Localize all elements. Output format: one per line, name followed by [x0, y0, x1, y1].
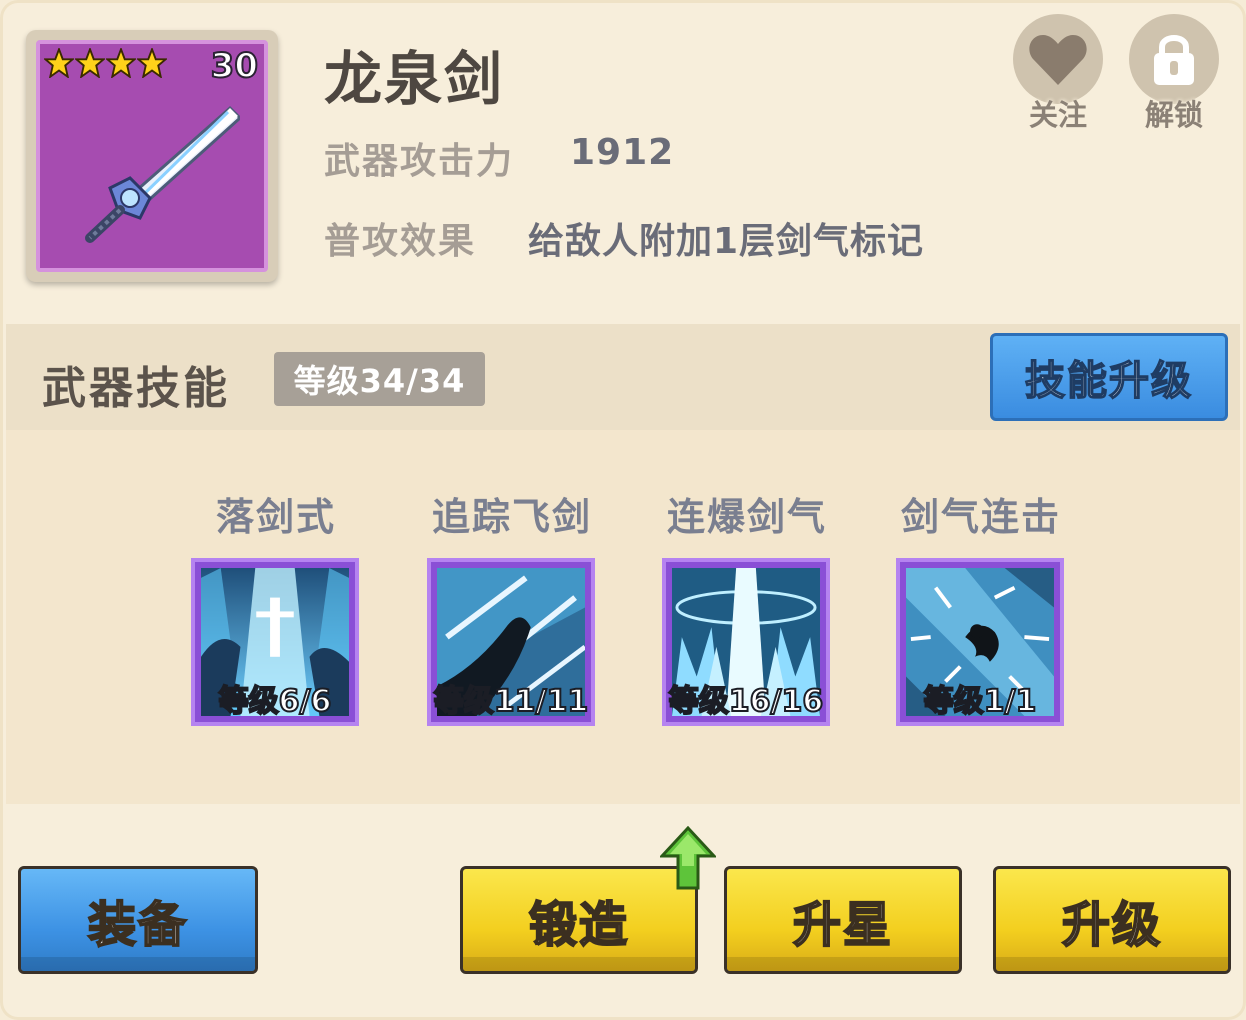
unlock-circle — [1129, 14, 1219, 104]
skill-card[interactable]: 剑气连击 等级1/1 — [896, 486, 1066, 726]
level-up-label: 升级 — [1061, 896, 1162, 954]
button-shadow — [996, 957, 1228, 971]
button-shadow — [21, 957, 255, 971]
star-icon — [75, 48, 105, 78]
star-icon — [44, 48, 74, 78]
skill-icon-frame: 等级11/11 — [427, 558, 595, 726]
attack-value: 1912 — [570, 132, 675, 173]
level-up-button[interactable]: 升级 — [993, 866, 1231, 974]
upgrade-available-arrow-icon — [660, 826, 716, 890]
unlock-button[interactable]: 解锁 — [1126, 14, 1222, 134]
star-up-button[interactable]: 升星 — [724, 866, 962, 974]
sword-icon — [85, 105, 240, 243]
effect-label: 普攻效果 — [324, 221, 477, 262]
follow-button[interactable]: 关注 — [1010, 14, 1106, 134]
skill-card[interactable]: 连爆剑气 等级16/16 — [662, 486, 832, 726]
forge-label: 锻造 — [528, 896, 629, 954]
equip-button[interactable]: 装备 — [18, 866, 258, 974]
star-icon — [137, 48, 167, 78]
skills-level-badge: 等级34/34 — [274, 352, 485, 406]
weapon-icon-frame: 30 — [36, 40, 268, 272]
star-up-label: 升星 — [792, 896, 893, 954]
follow-label: 关注 — [1028, 98, 1087, 132]
weapon-icon: 30 — [26, 30, 278, 282]
skill-upgrade-button[interactable]: 技能升级 — [990, 333, 1228, 421]
skill-card[interactable]: 追踪飞剑 等级11/11 — [427, 486, 597, 726]
skill-card[interactable]: 落剑式 等级6/6 — [191, 486, 361, 726]
star-icon — [106, 48, 136, 78]
skill-icon-frame: 等级16/16 — [662, 558, 830, 726]
equip-label: 装备 — [87, 896, 188, 954]
skill-level: 等级11/11 — [433, 683, 589, 720]
skill-name: 追踪飞剑 — [431, 495, 592, 539]
effect-value: 给敌人附加1层剑气标记 — [528, 221, 925, 262]
skill-icon-frame: 等级1/1 — [896, 558, 1064, 726]
skill-name: 落剑式 — [215, 495, 336, 539]
lock-icon — [1154, 35, 1194, 85]
skill-name: 剑气连击 — [900, 495, 1061, 539]
follow-circle — [1013, 14, 1103, 104]
unlock-label: 解锁 — [1144, 98, 1203, 132]
skill-level: 等级6/6 — [218, 683, 333, 720]
weapon-level-badge: 30 — [210, 45, 259, 87]
attack-label: 武器攻击力 — [324, 141, 515, 182]
weapon-name: 龙泉剑 — [324, 45, 505, 113]
skill-level: 等级1/1 — [923, 683, 1038, 720]
skill-name: 连爆剑气 — [666, 495, 827, 539]
button-shadow — [463, 957, 695, 971]
button-shadow — [727, 957, 959, 971]
skill-level: 等级16/16 — [668, 683, 824, 720]
skill-icon-frame: 等级6/6 — [191, 558, 359, 726]
star-rating — [44, 48, 167, 78]
heart-icon — [1029, 35, 1087, 85]
section-title: 武器技能 — [42, 363, 230, 414]
